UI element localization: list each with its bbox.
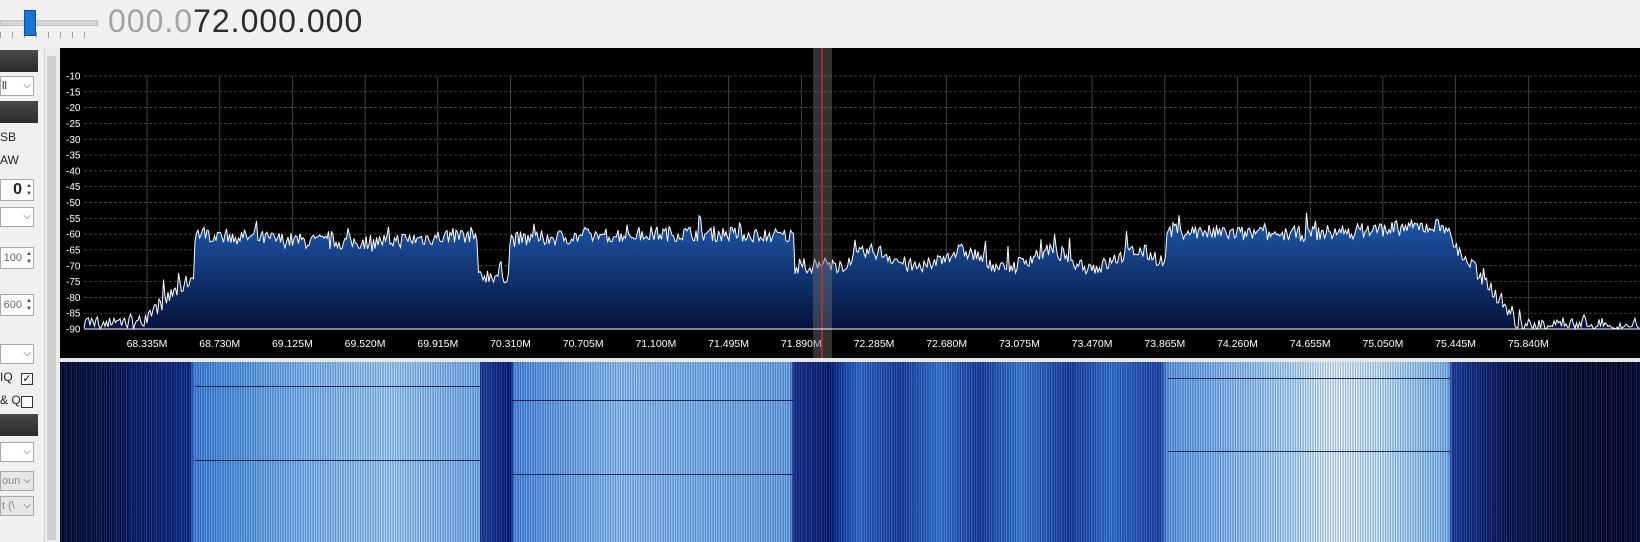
- freq-tick-label: 70.705M: [563, 338, 604, 350]
- freq-tick-label: 70.310M: [490, 338, 531, 350]
- chevron-down-icon: ⌵: [23, 500, 31, 511]
- bandwidth-value-2: 600: [3, 299, 22, 311]
- db-tick-label: -50: [66, 198, 81, 209]
- spin-arrows-icon[interactable]: ▲ ▼: [26, 250, 32, 266]
- chevron-down-icon: ⌵: [23, 446, 31, 457]
- db-tick-label: -15: [66, 87, 81, 98]
- bandwidth-spinbox-1[interactable]: 100 ▲ ▼: [0, 247, 34, 269]
- db-tick-label: -75: [66, 277, 81, 288]
- waterfall-display[interactable]: [60, 362, 1640, 542]
- waterfall-artifact-line: [512, 474, 794, 475]
- db-tick-label: -60: [66, 230, 81, 241]
- db-tick-label: -90: [66, 325, 81, 336]
- filter-combo[interactable]: ⌵: [0, 207, 34, 227]
- left-control-panel: ll ⌵ SB AW 0 ▲ ▼ ⌵ 100 ▲ ▼ 600 ▲ ▼ ⌵ IQ ✓ & Q ⌵…: [0, 48, 59, 542]
- freq-tick-label: 73.470M: [1072, 338, 1113, 350]
- spin-arrows-icon[interactable]: ▲ ▼: [26, 182, 32, 198]
- freq-tick-label: 75.445M: [1435, 338, 1476, 350]
- frequency-leading-digits[interactable]: 000.0: [108, 3, 193, 39]
- db-tick-label: -85: [66, 309, 81, 320]
- volume-slider-track[interactable]: [0, 20, 98, 26]
- device-combo[interactable]: ⌵: [0, 442, 34, 462]
- iq-checkbox[interactable]: [21, 396, 33, 408]
- spectrum-svg[interactable]: -10 -15 -20 -25 -30 -35 -40 -45 -50 -55 -60 -65 -70 -…: [60, 48, 1640, 358]
- db-tick-label: -25: [66, 119, 81, 130]
- waterfall-artifact-line: [195, 386, 480, 387]
- freq-tick-label: 71.100M: [635, 338, 676, 350]
- swap-iq-checkbox[interactable]: ✓: [21, 373, 33, 385]
- db-tick-label: -80: [66, 293, 81, 304]
- freq-tick-label: 75.050M: [1362, 338, 1403, 350]
- spin-arrows-icon[interactable]: ▲ ▼: [26, 297, 32, 313]
- frequency-display[interactable]: 000.072.000.000: [108, 3, 363, 40]
- freq-tick-label: 72.680M: [926, 338, 967, 350]
- mode-raw-label[interactable]: AW: [0, 153, 19, 167]
- top-combo-value: ll: [2, 80, 7, 92]
- freq-tick-label: 73.075M: [999, 338, 1040, 350]
- frequency-active-digits[interactable]: 72.000.000: [193, 3, 363, 39]
- chevron-down-icon: ⌵: [23, 348, 31, 359]
- disabled-combo-2: t (\ ⌵: [0, 496, 34, 516]
- db-tick-label: -40: [66, 166, 81, 177]
- volume-slider-handle[interactable]: [24, 10, 36, 36]
- spectrum-plot[interactable]: -10 -15 -20 -25 -30 -35 -40 -45 -50 -55 -60 -65 -70 -…: [60, 48, 1640, 358]
- chevron-down-icon: ⌵: [23, 80, 31, 91]
- freq-tick-label: 68.730M: [199, 338, 240, 350]
- scrollbar-thumb[interactable]: [47, 56, 56, 540]
- panel-section-header[interactable]: [0, 414, 38, 436]
- db-tick-label: -65: [66, 245, 81, 256]
- top-toolbar: 000.072.000.000: [0, 0, 1640, 48]
- freq-tick-label: 74.260M: [1217, 338, 1258, 350]
- left-panel-scrollbar[interactable]: [44, 48, 59, 542]
- freq-tick-label: 68.335M: [127, 338, 168, 350]
- volume-slider-ticks: [0, 32, 96, 38]
- mode-usb-label[interactable]: SB: [0, 130, 16, 144]
- panel-section-header[interactable]: [0, 101, 38, 123]
- db-tick-label: -35: [66, 151, 81, 162]
- freq-tick-label: 69.915M: [417, 338, 458, 350]
- db-axis-labels: -10 -15 -20 -25 -30 -35 -40 -45 -50 -55 -60 -65 -70 -…: [66, 72, 81, 336]
- bandwidth-spinbox-2[interactable]: 600 ▲ ▼: [0, 294, 34, 316]
- freq-tick-label: 72.285M: [854, 338, 895, 350]
- swap-iq-label: IQ: [0, 370, 13, 384]
- disabled-combo-1-value: oun: [2, 475, 21, 487]
- freq-tick-label: 69.125M: [272, 338, 313, 350]
- bandwidth-value-1: 100: [3, 252, 22, 264]
- waterfall-artifact-line: [1168, 378, 1450, 379]
- waterfall-noise-texture: [60, 362, 1640, 542]
- chevron-down-icon: ⌵: [23, 211, 31, 222]
- output-combo[interactable]: ⌵: [0, 344, 34, 364]
- db-tick-label: -10: [66, 72, 81, 83]
- freq-tick-label: 71.495M: [708, 338, 749, 350]
- waterfall-artifact-line: [1168, 451, 1450, 452]
- gain-spinbox[interactable]: 0 ▲ ▼: [0, 179, 34, 201]
- db-tick-label: -30: [66, 135, 81, 146]
- top-combo[interactable]: ll ⌵: [0, 76, 34, 96]
- db-tick-label: -45: [66, 182, 81, 193]
- panel-section-header[interactable]: [0, 50, 38, 72]
- freq-tick-label: 69.520M: [345, 338, 386, 350]
- iq-label: & Q: [0, 393, 21, 407]
- waterfall-artifact-line: [195, 460, 480, 461]
- db-tick-label: -70: [66, 261, 81, 272]
- frequency-axis-labels: 68.335M 68.730M 69.125M 69.520M 69.915M 70.31…: [127, 338, 1549, 350]
- disabled-combo-1: oun ⌵: [0, 471, 34, 491]
- freq-tick-label: 74.655M: [1290, 338, 1331, 350]
- freq-tick-label: 73.865M: [1144, 338, 1185, 350]
- db-tick-label: -55: [66, 214, 81, 225]
- db-tick-label: -20: [66, 103, 81, 114]
- chevron-down-icon: ⌵: [23, 475, 31, 486]
- disabled-combo-2-value: t (\: [2, 500, 15, 512]
- freq-tick-label: 75.840M: [1508, 338, 1549, 350]
- waterfall-artifact-line: [512, 400, 794, 401]
- gain-value: 0: [13, 181, 22, 198]
